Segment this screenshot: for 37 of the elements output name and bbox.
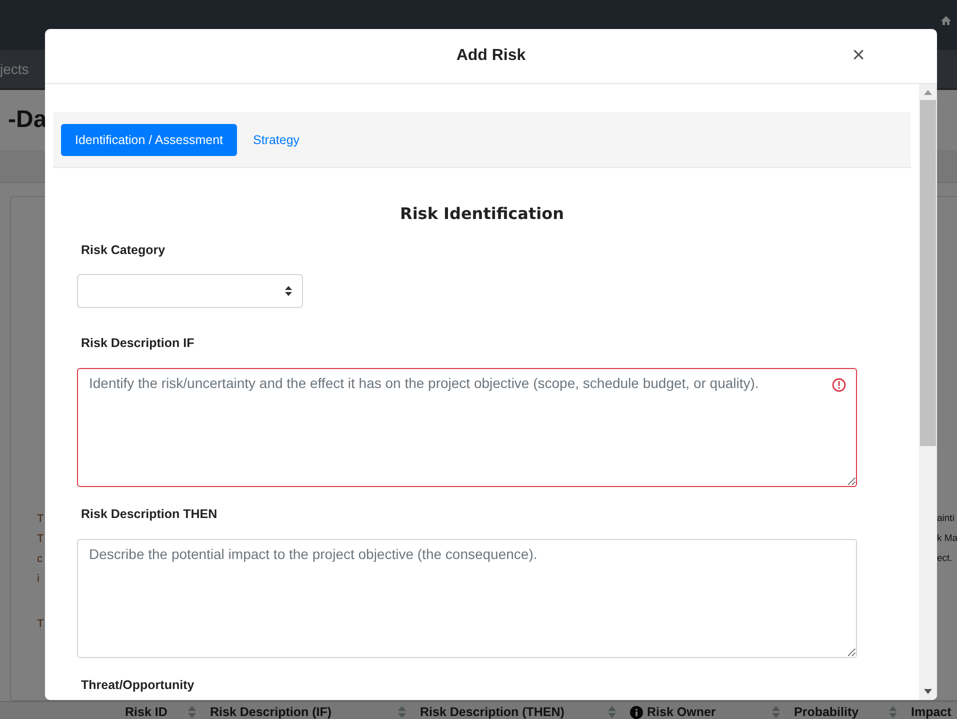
paragraph-text: ect.: [937, 552, 954, 566]
column-header[interactable]: Impact: [911, 705, 952, 719]
dialog-title: Add Risk: [456, 47, 526, 65]
scroll-down-icon[interactable]: [924, 689, 932, 694]
field-label: Threat/Opportunity: [80, 678, 194, 692]
paragraph-text: T: [37, 617, 44, 632]
close-button[interactable]: ×: [848, 43, 869, 67]
column-header[interactable]: Risk Description (THEN): [420, 705, 564, 719]
column-header[interactable]: Risk Description (IF): [210, 705, 332, 719]
error-icon: [832, 378, 846, 392]
sort-icon[interactable]: [772, 706, 780, 718]
description-field[interactable]: Identify the risk/uncertainty and the effect it has on the project objective (scope, schedule budget, or quality).: [77, 368, 857, 487]
paragraph-text: ainti: [937, 512, 956, 526]
field-label: Risk Description IF: [80, 336, 194, 350]
scrollbar-thumb[interactable]: [920, 100, 936, 446]
column-header[interactable]: Risk ID: [125, 705, 168, 719]
column-header[interactable]: Probability: [794, 705, 859, 719]
sort-icon[interactable]: [188, 706, 196, 718]
paragraph-text: T: [37, 512, 44, 527]
sort-icon[interactable]: [398, 706, 406, 718]
caret-icon: [285, 286, 292, 296]
field-label: Risk Description THEN: [80, 507, 218, 521]
tab[interactable]: Strategy: [239, 124, 314, 156]
paragraph-text: c: [37, 552, 44, 567]
sort-icon[interactable]: [889, 706, 897, 718]
section-title: Risk Identification: [400, 204, 564, 223]
page-heading: -Da: [8, 106, 47, 134]
scrollbar[interactable]: [919, 84, 937, 700]
nav-link[interactable]: jects: [0, 61, 29, 77]
tab[interactable]: Identification / Assessment: [61, 124, 237, 156]
home-icon[interactable]: [941, 16, 951, 25]
category-select[interactable]: [77, 274, 303, 308]
sort-icon[interactable]: [608, 706, 616, 718]
paragraph-text: T: [37, 532, 44, 547]
column-header[interactable]: Risk Owner: [647, 705, 716, 719]
paragraph-text: i: [37, 572, 40, 587]
field-label: Risk Category: [80, 243, 166, 257]
